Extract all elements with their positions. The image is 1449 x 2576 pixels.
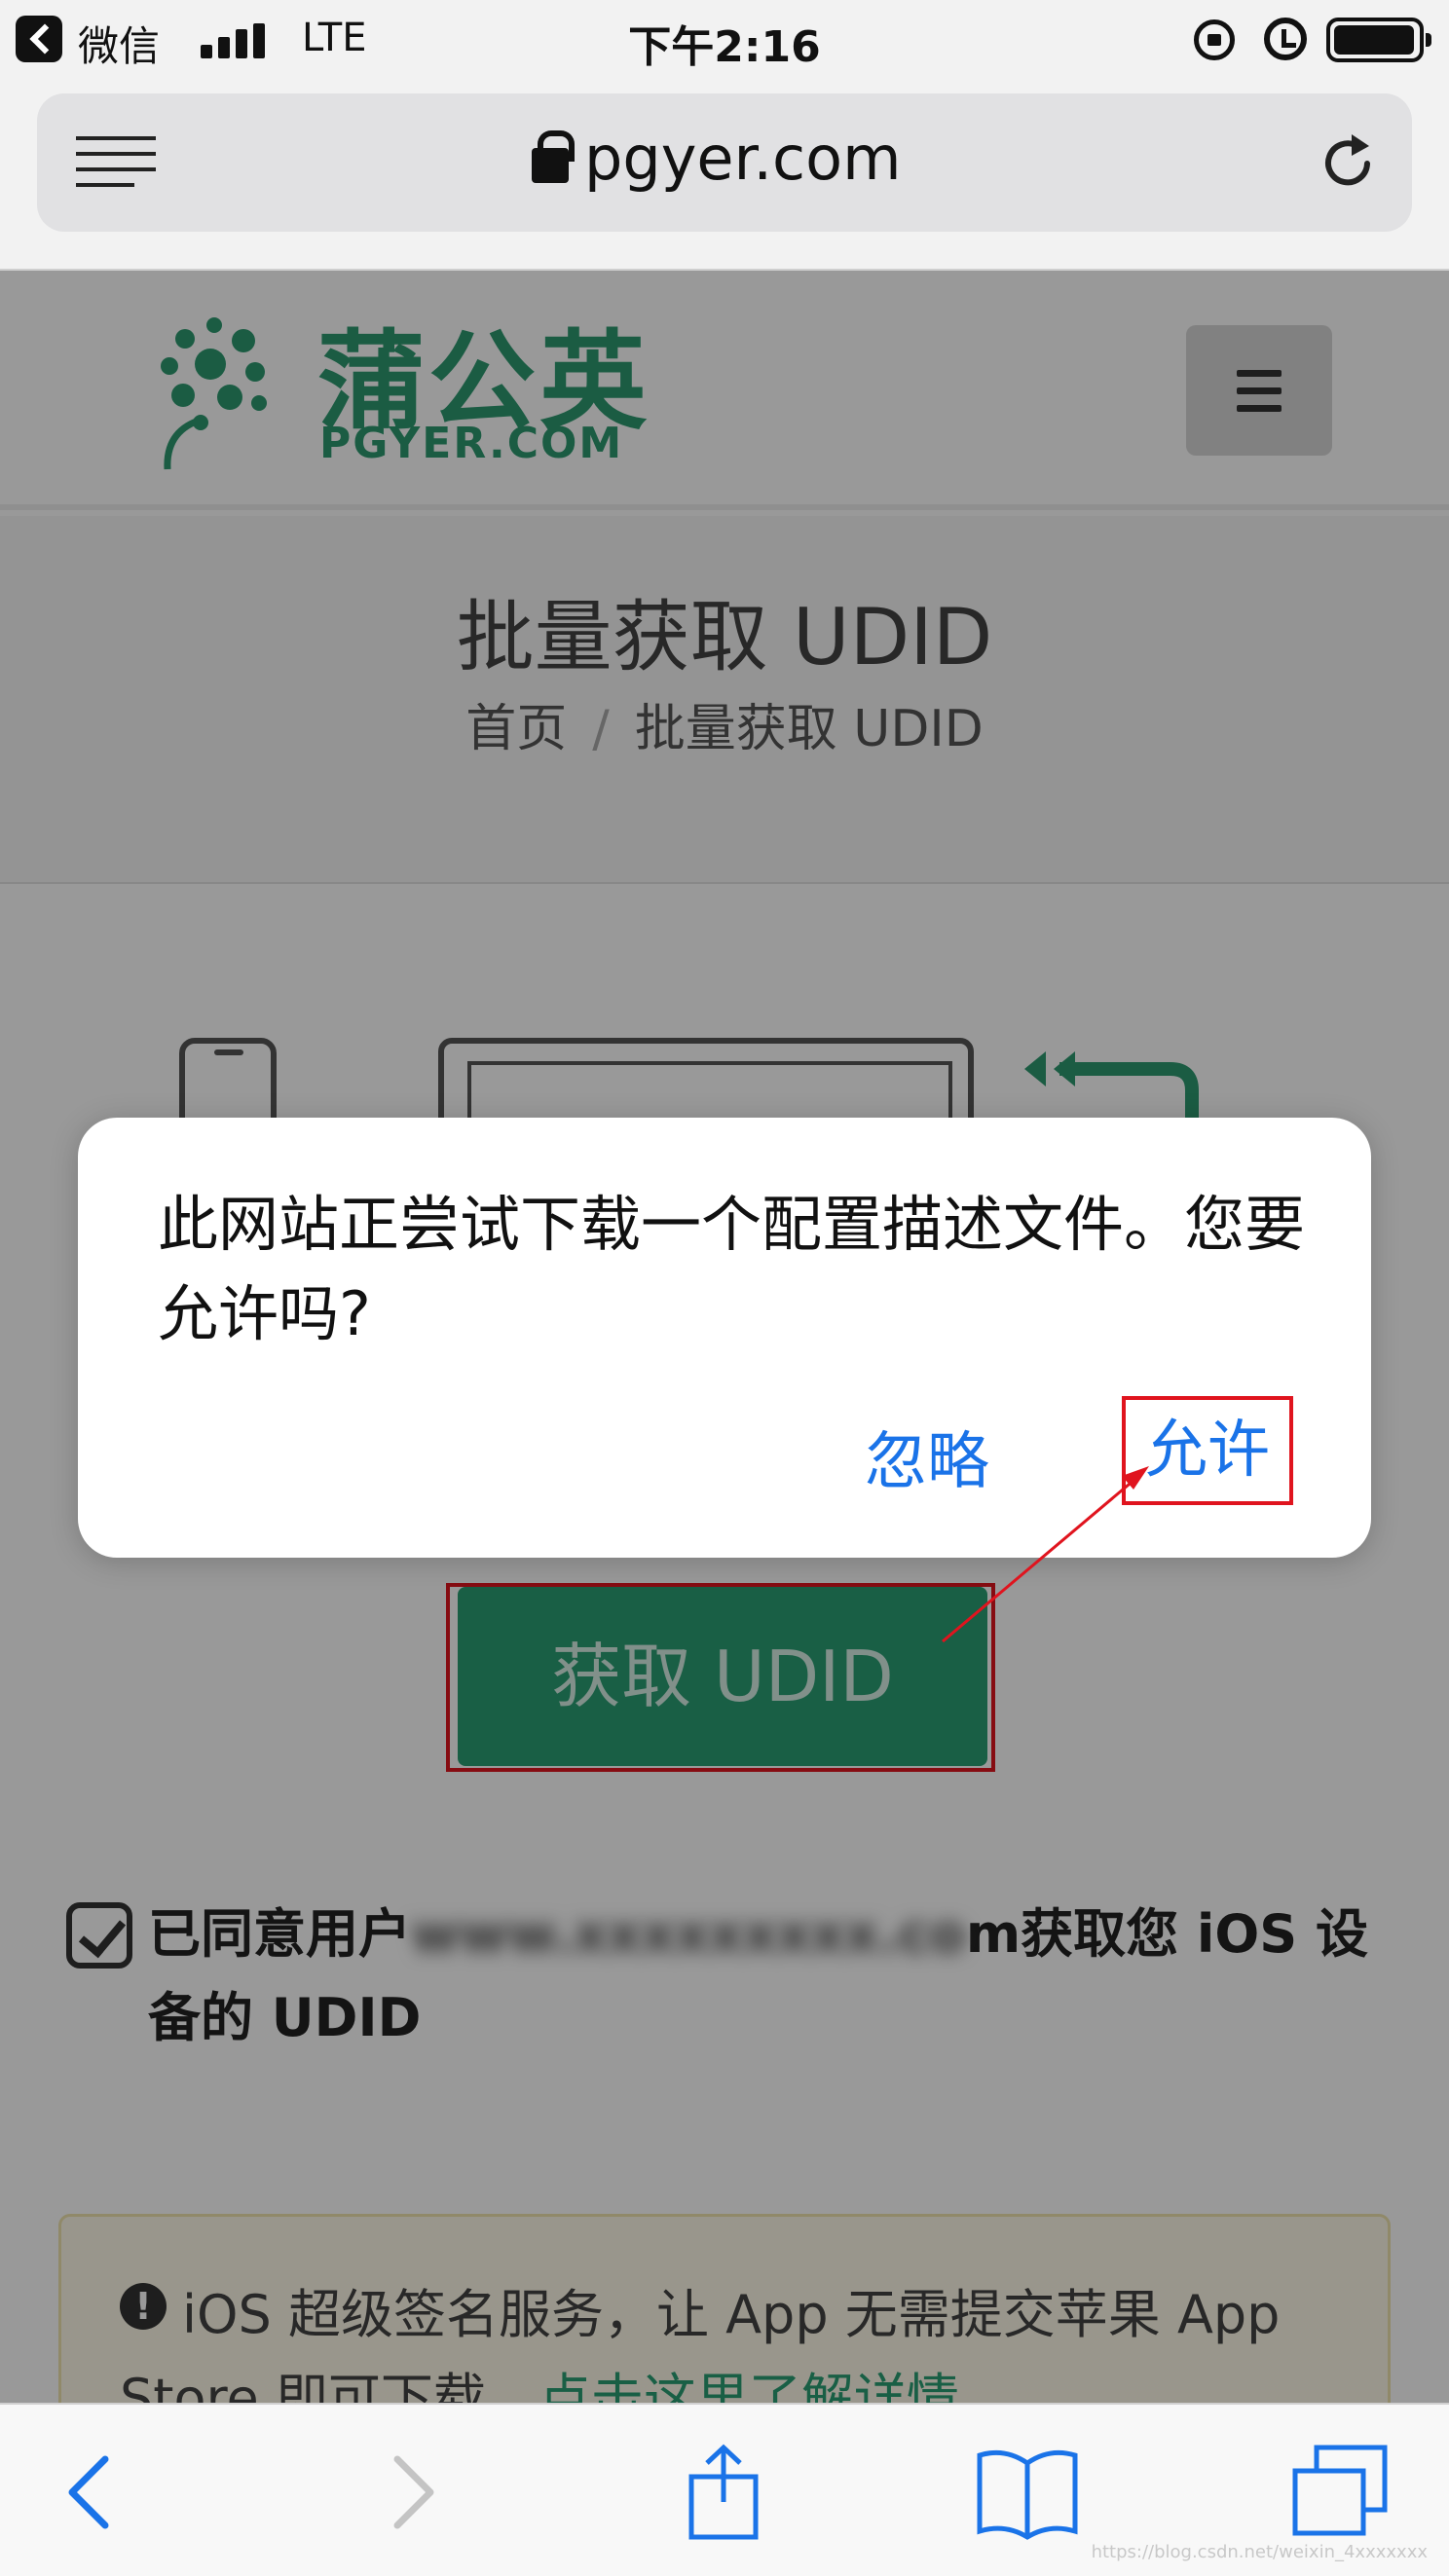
alarm-icon: [1264, 18, 1307, 60]
rotation-lock-icon: [1194, 19, 1235, 60]
lock-icon: [532, 130, 575, 183]
reload-icon[interactable]: [1319, 132, 1381, 195]
reader-view-icon[interactable]: [76, 136, 156, 187]
bookmarks-icon[interactable]: [974, 2444, 1081, 2541]
dialog-message: 此网站正尝试下载一个配置描述文件。您要允许吗?: [158, 1189, 1306, 1349]
profile-download-dialog: 此网站正尝试下载一个配置描述文件。您要允许吗? 忽略 允许: [78, 1118, 1371, 1558]
battery-icon: [1326, 18, 1431, 62]
allow-button[interactable]: 允许: [1122, 1396, 1293, 1505]
ignore-button[interactable]: 忽略: [865, 1412, 989, 1501]
watermark: https://blog.csdn.net/weixin_4xxxxxxx: [1091, 2542, 1428, 2562]
back-icon[interactable]: [39, 2444, 146, 2541]
tabs-icon[interactable]: [1287, 2444, 1394, 2541]
browser-toolbar: https://blog.csdn.net/weixin_4xxxxxxx: [0, 2403, 1449, 2576]
address-bar[interactable]: pgyer.com: [37, 93, 1412, 232]
url-text[interactable]: pgyer.com: [584, 123, 901, 194]
forward-icon[interactable]: [356, 2444, 464, 2541]
status-bar: 微信 LTE 下午2:16: [0, 0, 1449, 80]
browser-address-area: pgyer.com: [0, 80, 1449, 271]
share-icon[interactable]: [670, 2444, 777, 2541]
